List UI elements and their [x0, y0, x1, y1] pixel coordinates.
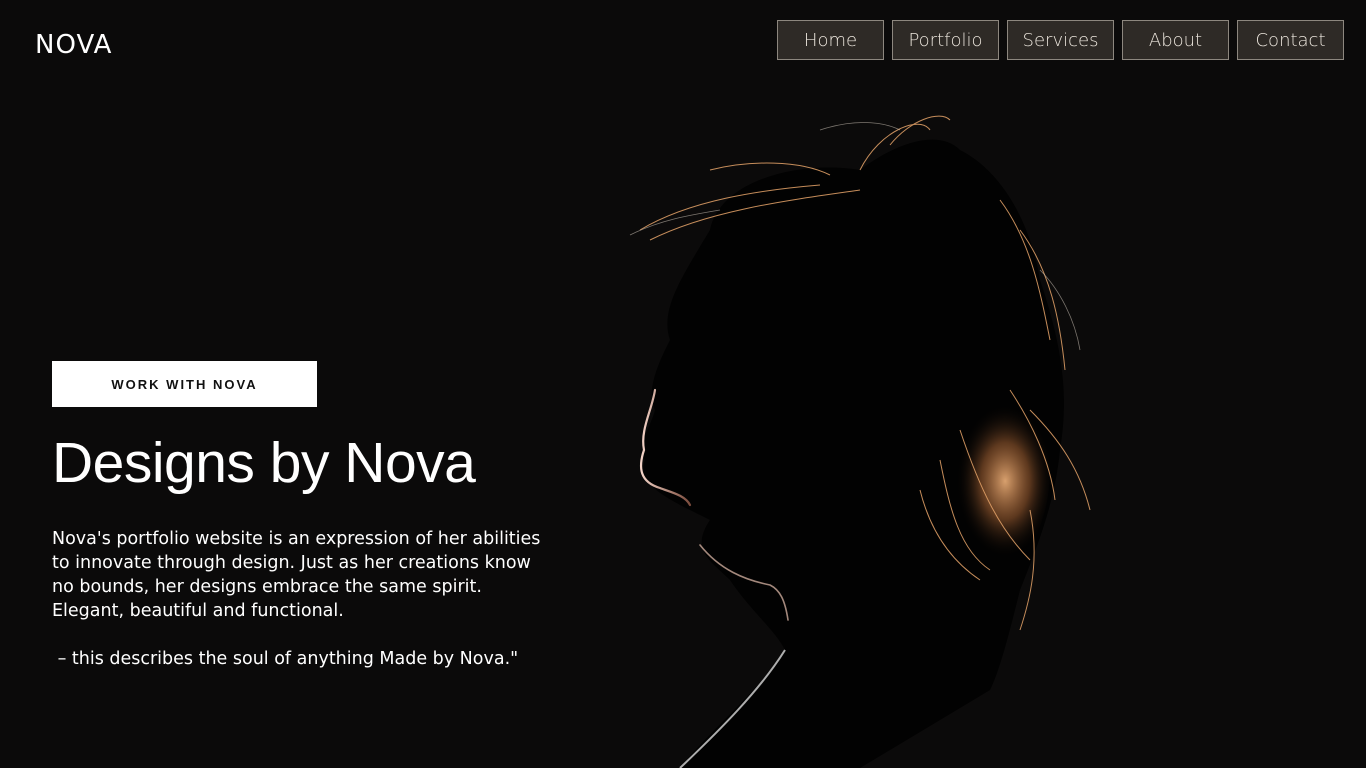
nav-portfolio-button[interactable]: Portfolio: [892, 20, 999, 60]
work-with-nova-button[interactable]: WORK WITH NOVA: [52, 361, 317, 407]
brand-logo[interactable]: NOVA: [35, 30, 112, 60]
hero-quote: – this describes the soul of anything Ma…: [52, 649, 519, 669]
hero-description: Nova's portfolio website is an expressio…: [52, 529, 541, 621]
page: NOVA Home Portfolio Services About Conta…: [0, 0, 1366, 768]
nav-about-button[interactable]: About: [1122, 20, 1229, 60]
hero-title: Designs by Nova: [52, 431, 476, 495]
hero-portrait-image: [629, 115, 1091, 768]
main-nav: Home Portfolio Services About Contact: [777, 20, 1344, 60]
nav-contact-button[interactable]: Contact: [1237, 20, 1344, 60]
nav-home-button[interactable]: Home: [777, 20, 884, 60]
nav-services-button[interactable]: Services: [1007, 20, 1114, 60]
